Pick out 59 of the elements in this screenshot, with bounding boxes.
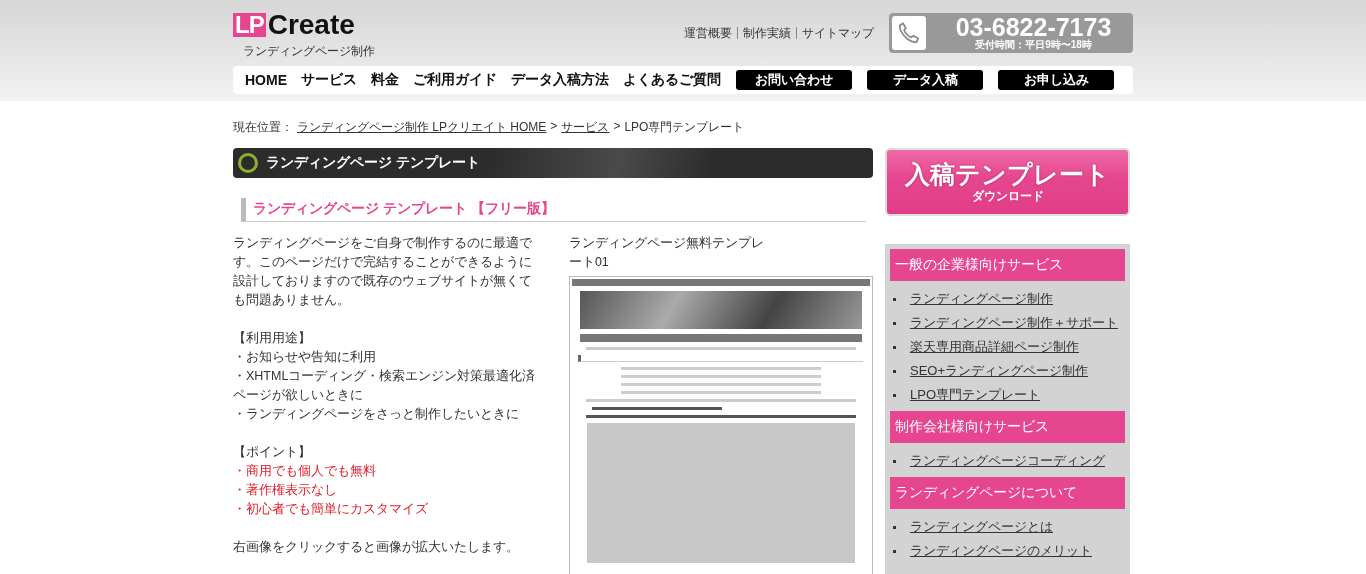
nav-button[interactable]: データ入稿	[867, 70, 983, 90]
nav-link[interactable]: HOME	[245, 72, 287, 88]
bullet-icon	[893, 345, 896, 349]
nav-link[interactable]: サービス	[301, 71, 357, 89]
template-preview-drawing[interactable]	[568, 276, 873, 574]
ring-icon	[238, 153, 258, 173]
bullet-icon	[893, 459, 896, 463]
bullet-icon	[893, 369, 896, 373]
bullet-icon	[893, 321, 896, 325]
sidebar-link[interactable]: ランディングページとは	[910, 518, 1053, 536]
use-item: ・XHTMLコーディング・検索エンジン対策最適化済ページが欲しいときに	[233, 368, 537, 404]
use-item: ・お知らせや告知に利用	[233, 349, 377, 366]
section-heading: ランディングページ テンプレート	[266, 154, 480, 172]
breadcrumb-separator: >	[550, 119, 558, 135]
point-item: ・初心者でも簡単にカスタマイズ	[233, 501, 429, 518]
top-link[interactable]: 制作実績	[737, 27, 796, 39]
breadcrumb-separator: >	[613, 119, 621, 135]
sidebar-link[interactable]: SEO+ランディングページ制作	[910, 362, 1089, 380]
sidebar-link[interactable]: ランディングページコーディング	[910, 452, 1105, 470]
breadcrumb-link[interactable]: サービス	[561, 119, 610, 136]
preview-caption: ランディングページ無料テンプレート01	[568, 235, 764, 271]
breadcrumb-current: LPO専門テンプレート	[624, 119, 745, 136]
sidebar-link[interactable]: ランディングページ制作	[910, 290, 1053, 308]
nav-button[interactable]: お問い合わせ	[736, 70, 852, 90]
bullet-icon	[893, 549, 896, 553]
breadcrumb-link[interactable]: ランディングページ制作 LPクリエイト HOME	[297, 119, 547, 136]
phone-number: 03-6822-7173	[955, 15, 1112, 39]
list-title: 【利用用途】	[233, 330, 312, 347]
top-link[interactable]: サイトマップ	[796, 27, 879, 39]
logo-mark[interactable]: LP	[233, 13, 266, 37]
list-title: 【ポイント】	[233, 444, 312, 461]
sidebar-link[interactable]: ランディングページのメリット	[910, 542, 1092, 560]
tagline: ランディングページ制作	[243, 43, 375, 60]
top-link[interactable]: 運営概要	[679, 27, 737, 39]
template-download-banner[interactable]: 入稿テンプレート ダウンロード	[885, 148, 1130, 216]
sidebar-link[interactable]: 楽天専用商品詳細ページ制作	[910, 338, 1079, 356]
note-text: 右画像をクリックすると画像が拡大いたします。	[233, 539, 520, 556]
intro-paragraph: ランディングページをご自身で制作するのに最適です。このページだけで完結することができるように設計しておりますので既存のウェブサイトが無くても問題ありません。	[233, 235, 533, 309]
subheading: ランディングページ テンプレート 【フリー版】	[241, 198, 866, 222]
point-item: ・著作権表示なし	[233, 482, 338, 499]
nav-button[interactable]: お申し込み	[998, 70, 1114, 90]
sidebar-link[interactable]: ランディングページ制作＋サポート	[910, 314, 1118, 332]
nav-link[interactable]: 料金	[371, 71, 399, 89]
sidebar-section-title: 一般の企業様向けサービス	[890, 249, 1125, 281]
phone-icon	[892, 16, 926, 50]
bullet-icon	[893, 393, 896, 397]
bullet-icon	[893, 525, 896, 529]
logo-text[interactable]: Create	[267, 10, 355, 40]
breadcrumb-label: 現在位置：	[233, 119, 293, 136]
point-item: ・商用でも個人でも無料	[233, 463, 377, 480]
nav-link[interactable]: よくあるご質問	[623, 71, 721, 89]
use-item: ・ランディングページをさっと制作したいときに	[233, 406, 520, 423]
nav-link[interactable]: データ入稿方法	[511, 71, 609, 89]
business-hours: 受付時間：平日9時〜18時	[975, 39, 1092, 51]
sidebar-section-title: ランディングページについて	[890, 477, 1125, 509]
sidebar-link[interactable]: LPO専門テンプレート	[910, 386, 1040, 404]
bullet-icon	[893, 297, 896, 301]
sidebar-section-title: 制作会社様向けサービス	[890, 411, 1125, 443]
nav-link[interactable]: ご利用ガイド	[413, 71, 497, 89]
